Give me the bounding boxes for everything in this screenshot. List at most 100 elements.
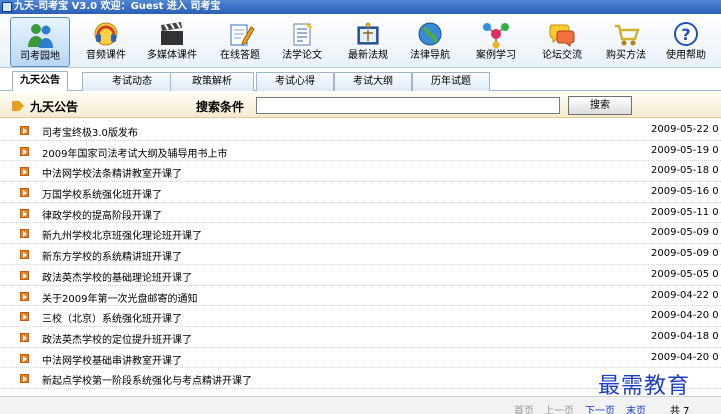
- bullet-arrow-icon: [20, 270, 29, 280]
- total-pages: 共 7: [670, 406, 690, 414]
- bullet-arrow-icon: [20, 250, 29, 260]
- announcement-row[interactable]: 律政学校的提高阶段开课了 2009-05-11 0: [0, 203, 721, 224]
- announcement-date: 2009-05-05 0: [651, 268, 719, 280]
- announcement-date: 2009-05-16 0: [651, 186, 719, 198]
- announcement-title[interactable]: 中法网学校法条精讲教室开课了: [42, 165, 182, 180]
- toolbar-button-label: 使用帮助: [666, 50, 706, 61]
- announcement-title[interactable]: 新九州学校北京班强化理论班开课了: [42, 227, 202, 242]
- announcement-date: 2009-05-18 0: [651, 165, 719, 177]
- toolbar-button-sijiao-garden[interactable]: 司考园地: [10, 17, 70, 67]
- announcement-date: 2009-05-11 0: [651, 206, 719, 218]
- app-window: 九天-司考宝 V3.0 欢迎：Guest 进入 司考宝 司考园地 音频课件 多媒体课…: [0, 0, 721, 414]
- announcement-row[interactable]: 关于2009年第一次光盘邮寄的通知 2009-04-22 0: [0, 286, 721, 307]
- announcement-row[interactable]: 新九州学校北京班强化理论班开课了 2009-05-09 0: [0, 223, 721, 245]
- section-title: 九天公告: [30, 100, 79, 114]
- announcement-row[interactable]: 三校（北京）系统强化班开课了 2009-04-20 0: [0, 306, 721, 327]
- bullet-arrow-icon: [20, 208, 29, 218]
- announcement-title[interactable]: 2009年国家司法考试大纲及辅导用书上市: [42, 145, 227, 160]
- announcement-row[interactable]: 2009年国家司法考试大纲及辅导用书上市 2009-05-19 0: [0, 141, 721, 162]
- toolbar-button-label: 法律导航: [410, 50, 450, 61]
- headphones-icon: [91, 19, 121, 49]
- toolbar-button-label: 案例学习: [476, 50, 516, 61]
- announcement-row[interactable]: 政法英杰学校的基础理论班开课了 2009-05-05 0: [0, 265, 721, 286]
- announcement-title[interactable]: 关于2009年第一次光盘邮寄的通知: [42, 290, 197, 305]
- announcement-row[interactable]: 政法英杰学校的定位提升班开课了 2009-04-18 0: [0, 327, 721, 348]
- announcement-title[interactable]: 新东方学校的系统精讲班开课了: [42, 248, 182, 263]
- announcement-date: 2009-05-09 0: [651, 248, 719, 260]
- prev-page-link[interactable]: 上一页: [544, 402, 574, 414]
- tab-policy-analysis[interactable]: 政策解析: [170, 72, 254, 91]
- announcement-date: 2009-04-22 0: [651, 289, 719, 301]
- announcement-row[interactable]: 中法网学校基础串讲教室开课了 2009-04-20 0: [0, 348, 721, 369]
- search-input[interactable]: [256, 97, 560, 114]
- tab-jiutian-notice[interactable]: 九天公告: [12, 71, 68, 91]
- toolbar-button-label: 购买方法: [606, 50, 646, 61]
- svg-text:?: ?: [681, 25, 690, 44]
- tab-exam-experience[interactable]: 考试心得: [256, 72, 334, 91]
- toolbar-button-label: 最新法规: [348, 50, 388, 61]
- announcement-title[interactable]: 新起点学校第一阶段系统强化与考点精讲开课了: [42, 372, 252, 387]
- toolbar-button-law-papers[interactable]: 法学论文: [272, 17, 332, 67]
- toolbar-button-purchase-method[interactable]: 购买方法: [596, 17, 656, 67]
- tab-exam-outline[interactable]: 考试大纲: [334, 72, 412, 91]
- tab-strip: 九天公告 考试动态 政策解析 考试心得 考试大纲 历年试题: [0, 68, 721, 92]
- bullet-arrow-icon: [20, 167, 29, 177]
- search-button[interactable]: 搜索: [568, 96, 632, 115]
- announcement-date: 2009-04-18 0: [651, 330, 719, 342]
- last-page-link[interactable]: 末页: [626, 402, 646, 414]
- announcement-date: 2009-05-09 0: [651, 227, 719, 239]
- announcement-row[interactable]: 中法网学校法条精讲教室开课了 2009-05-18 0: [0, 161, 721, 183]
- announcement-row[interactable]: 司考宝终极3.0版发布 2009-05-22 0: [0, 120, 721, 141]
- bullet-arrow-icon: [20, 374, 29, 384]
- toolbar-button-case-study[interactable]: 案例学习: [466, 17, 526, 67]
- globe-icon: [415, 19, 445, 49]
- main-toolbar: 司考园地 音频课件 多媒体课件 在线答题 法学论文 最新法规 法律导航 案例学习 论坛交流 购买方…: [0, 14, 721, 68]
- app-icon: [2, 2, 12, 12]
- bullet-arrow-icon: [20, 229, 29, 239]
- toolbar-button-help[interactable]: ? 使用帮助: [656, 17, 716, 67]
- toolbar-button-multimedia-courseware[interactable]: 多媒体课件: [142, 17, 202, 67]
- announcement-title[interactable]: 政法英杰学校的定位提升班开课了: [42, 331, 192, 346]
- title-bar: 九天-司考宝 V3.0 欢迎：Guest 进入 司考宝: [0, 0, 721, 14]
- announcement-title[interactable]: 中法网学校基础串讲教室开课了: [42, 352, 182, 367]
- announcement-title[interactable]: 律政学校的提高阶段开课了: [42, 207, 162, 222]
- pencil-notebook-icon: [225, 19, 255, 49]
- toolbar-button-label: 多媒体课件: [147, 50, 197, 61]
- toolbar-button-audio-courseware[interactable]: 音频课件: [76, 17, 136, 67]
- search-bar: 九天公告 搜索条件 搜索: [0, 93, 721, 118]
- announcement-row[interactable]: 新东方学校的系统精讲班开课了 2009-05-09 0: [0, 244, 721, 265]
- toolbar-button-label: 法学论文: [282, 50, 322, 61]
- announcement-title[interactable]: 司考宝终极3.0版发布: [42, 124, 138, 139]
- bullet-arrow-icon: [20, 126, 29, 135]
- toolbar-button-law-navigation[interactable]: 法律导航: [400, 17, 460, 67]
- announcement-title[interactable]: 三校（北京）系统强化班开课了: [42, 310, 182, 325]
- announcement-date: 2009-04-20 0: [651, 310, 719, 322]
- clapperboard-icon: [157, 19, 187, 49]
- next-page-link[interactable]: 下一页: [585, 402, 615, 414]
- announcement-title[interactable]: 万国学校系统强化班开课了: [42, 186, 162, 201]
- toolbar-button-online-quiz[interactable]: 在线答题: [210, 17, 270, 67]
- bullet-arrow-icon: [20, 188, 29, 198]
- bullet-arrow-icon: [20, 291, 29, 301]
- law-book-icon: [353, 19, 383, 49]
- announcement-title[interactable]: 政法英杰学校的基础理论班开课了: [42, 269, 192, 284]
- bullet-arrow-icon: [20, 332, 29, 342]
- paper-icon: [287, 19, 317, 49]
- tab-exam-news[interactable]: 考试动态: [82, 72, 182, 91]
- section-arrow-icon: [12, 101, 24, 111]
- search-label: 搜索条件: [196, 100, 245, 114]
- announcement-date: 2009-05-22 0: [651, 124, 719, 135]
- toolbar-button-latest-regulations[interactable]: 最新法规: [338, 17, 398, 67]
- toolbar-button-label: 论坛交流: [542, 50, 582, 61]
- bullet-arrow-icon: [20, 312, 29, 322]
- first-page-link[interactable]: 首页: [514, 402, 534, 414]
- announcement-list: 司考宝终极3.0版发布 2009-05-22 0 2009年国家司法考试大纲及辅导用…: [0, 120, 721, 389]
- toolbar-button-label: 司考园地: [20, 51, 60, 62]
- chat-icon: [547, 19, 577, 49]
- cart-icon: [611, 19, 641, 49]
- window-title: 九天-司考宝 V3.0 欢迎：Guest 进入 司考宝: [14, 1, 221, 12]
- toolbar-button-forum[interactable]: 论坛交流: [532, 17, 592, 67]
- tab-past-papers[interactable]: 历年试题: [412, 72, 490, 91]
- announcement-row[interactable]: 万国学校系统强化班开课了 2009-05-16 0: [0, 182, 721, 203]
- toolbar-button-label: 音频课件: [86, 50, 126, 61]
